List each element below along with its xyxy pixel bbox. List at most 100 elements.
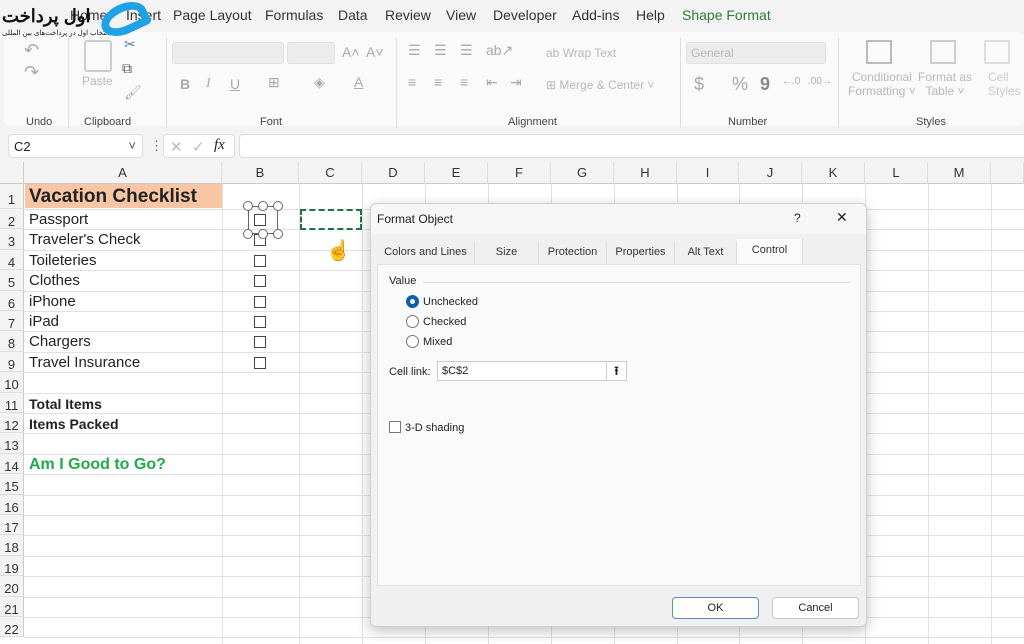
row-header-10[interactable]: 10 xyxy=(0,372,24,393)
row-header-11[interactable]: 11 xyxy=(0,392,24,413)
cancel-button[interactable]: Cancel xyxy=(772,597,859,619)
help-button[interactable]: ? xyxy=(794,211,801,225)
items-packed-cell[interactable]: Items Packed xyxy=(29,416,119,432)
column-header-B[interactable]: B xyxy=(222,162,299,184)
increase-decimal-icon[interactable]: ←.0 xyxy=(782,76,800,87)
row-header-13[interactable]: 13 xyxy=(0,433,24,454)
item-cell[interactable]: iPad xyxy=(29,313,59,330)
column-header-A[interactable]: A xyxy=(24,162,222,184)
row-header-3[interactable]: 3 xyxy=(0,229,24,250)
menu-add-ins[interactable]: Add-ins xyxy=(572,7,619,23)
decrease-decimal-icon[interactable]: .00→ xyxy=(808,76,832,87)
radio-checked[interactable] xyxy=(406,315,419,328)
column-header-M[interactable]: M xyxy=(928,162,991,184)
radio-label[interactable]: Mixed xyxy=(423,336,452,348)
resize-handle[interactable] xyxy=(258,229,268,239)
wrap-text-button[interactable]: ab Wrap Text xyxy=(546,46,616,60)
percent-button[interactable]: % xyxy=(732,74,748,95)
conditional-formatting-button[interactable]: Conditional Formatting ˅ xyxy=(848,70,916,98)
row-header-1[interactable]: 1 xyxy=(0,184,24,209)
resize-handle[interactable] xyxy=(258,201,268,211)
row-header-4[interactable]: 4 xyxy=(0,249,24,271)
menu-developer[interactable]: Developer xyxy=(493,7,557,23)
3d-shading-checkbox[interactable] xyxy=(389,421,401,433)
column-header-D[interactable]: D xyxy=(362,162,425,184)
menu-help[interactable]: Help xyxy=(636,7,665,23)
font-color-icon[interactable]: A xyxy=(354,74,363,90)
row-header-19[interactable]: 19 xyxy=(0,555,24,577)
decrease-indent-icon[interactable]: ⇤ xyxy=(486,74,498,91)
menu-shape-format[interactable]: Shape Format xyxy=(682,7,771,23)
cell-styles-button[interactable]: Cell Styles xyxy=(988,70,1021,98)
radio-unchecked[interactable] xyxy=(406,295,419,308)
align-left-icon[interactable]: ≡ xyxy=(408,74,416,90)
column-header-L[interactable]: L xyxy=(865,162,928,184)
tab-size[interactable]: Size xyxy=(475,241,539,264)
format-painter-icon[interactable]: 🖌 xyxy=(124,84,142,101)
formula-input[interactable] xyxy=(239,134,1024,158)
paste-icon[interactable] xyxy=(84,40,112,72)
row-header-14[interactable]: 14 xyxy=(0,453,24,475)
align-right-icon[interactable]: ≡ xyxy=(460,74,468,90)
radio-label[interactable]: Checked xyxy=(423,316,466,328)
row-header-8[interactable]: 8 xyxy=(0,331,24,352)
row-header-16[interactable]: 16 xyxy=(0,494,24,515)
checkbox[interactable] xyxy=(254,275,266,288)
column-header-G[interactable]: G xyxy=(551,162,614,184)
item-cell[interactable]: Toileteries xyxy=(29,252,97,269)
align-center-icon[interactable]: ≡ xyxy=(434,74,442,90)
resize-handle[interactable] xyxy=(273,229,283,239)
increase-font-icon[interactable]: A˄ xyxy=(342,44,360,60)
close-button[interactable]: ✕ xyxy=(836,209,848,226)
enter-icon[interactable]: ✓ xyxy=(192,138,205,156)
tab-control[interactable]: Control xyxy=(737,239,803,264)
resize-handle[interactable] xyxy=(243,229,253,239)
tab-colors-and-lines[interactable]: Colors and Lines xyxy=(377,241,475,264)
font-size-combo[interactable] xyxy=(287,42,335,64)
align-middle-icon[interactable]: ☰ xyxy=(434,42,447,59)
row-header-6[interactable]: 6 xyxy=(0,290,24,311)
3d-shading-label[interactable]: 3-D shading xyxy=(405,422,464,434)
decrease-font-icon[interactable]: A˅ xyxy=(366,44,384,60)
radio-label[interactable]: Unchecked xyxy=(423,296,478,308)
borders-icon[interactable]: ⊞ xyxy=(268,74,280,91)
menu-page-layout[interactable]: Page Layout xyxy=(173,7,252,23)
fill-color-icon[interactable]: ◈ xyxy=(314,74,325,91)
good-to-go-cell[interactable]: Am I Good to Go? xyxy=(29,456,166,474)
row-header-15[interactable]: 15 xyxy=(0,474,24,495)
merge-center-button[interactable]: ⊞ Merge & Center ˅ xyxy=(546,78,654,92)
redo-icon[interactable]: ↷ xyxy=(24,62,39,83)
tab-properties[interactable]: Properties xyxy=(607,241,675,264)
column-header-J[interactable]: J xyxy=(739,162,802,184)
resize-handle[interactable] xyxy=(243,201,253,211)
row-header-7[interactable]: 7 xyxy=(0,311,24,332)
item-cell[interactable]: iPhone xyxy=(29,293,76,310)
checkbox[interactable] xyxy=(254,336,266,349)
chevron-down-icon[interactable]: ˅ xyxy=(128,138,136,153)
menu-formulas[interactable]: Formulas xyxy=(265,7,323,23)
resize-handle[interactable] xyxy=(273,201,283,211)
ok-button[interactable]: OK xyxy=(672,597,759,619)
collapse-dialog-icon[interactable]: ⭱ xyxy=(606,362,626,380)
tab-alt-text[interactable]: Alt Text xyxy=(675,241,737,264)
increase-indent-icon[interactable]: ⇥ xyxy=(510,74,522,91)
cell-link-input[interactable]: $C$2 ⭱ xyxy=(437,361,627,381)
font-name-combo[interactable] xyxy=(172,42,284,64)
column-header-F[interactable]: F xyxy=(488,162,551,184)
italic-button[interactable]: I xyxy=(206,76,211,92)
align-top-icon[interactable]: ☰ xyxy=(408,42,421,59)
row-header-18[interactable]: 18 xyxy=(0,535,24,556)
row-header-21[interactable]: 21 xyxy=(0,596,24,617)
format-as-table-button[interactable]: Format as Table ˅ xyxy=(918,70,972,98)
menu-view[interactable]: View xyxy=(446,7,476,23)
currency-button[interactable]: $ xyxy=(694,74,704,95)
column-header-C[interactable]: C xyxy=(299,162,362,184)
menu-data[interactable]: Data xyxy=(338,7,368,23)
row-header-12[interactable]: 12 xyxy=(0,413,24,434)
checkbox[interactable] xyxy=(254,316,266,328)
bold-button[interactable]: B xyxy=(180,76,190,92)
checkbox[interactable] xyxy=(254,295,266,308)
column-header-I[interactable]: I xyxy=(677,162,739,184)
column-header-E[interactable]: E xyxy=(425,162,488,184)
row-header-22[interactable]: 22 xyxy=(0,617,24,638)
